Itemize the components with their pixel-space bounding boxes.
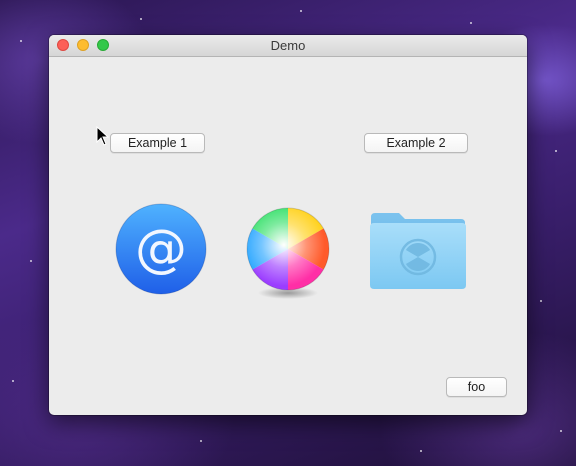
example-1-button[interactable]: Example 1: [110, 133, 205, 153]
title-bar[interactable]: Demo: [49, 35, 527, 57]
demo-window: Demo Example 1 Example 2 foo @: [49, 35, 527, 415]
example-2-button[interactable]: Example 2: [364, 133, 468, 153]
at-sign-mail-icon: @: [115, 203, 207, 295]
window-title: Demo: [270, 38, 306, 53]
svg-text:@: @: [135, 219, 187, 279]
foo-button[interactable]: foo: [446, 377, 507, 397]
mouse-pointer-icon: [96, 125, 110, 146]
folder-icon: [369, 211, 467, 291]
color-wheel-icon: [245, 207, 331, 303]
